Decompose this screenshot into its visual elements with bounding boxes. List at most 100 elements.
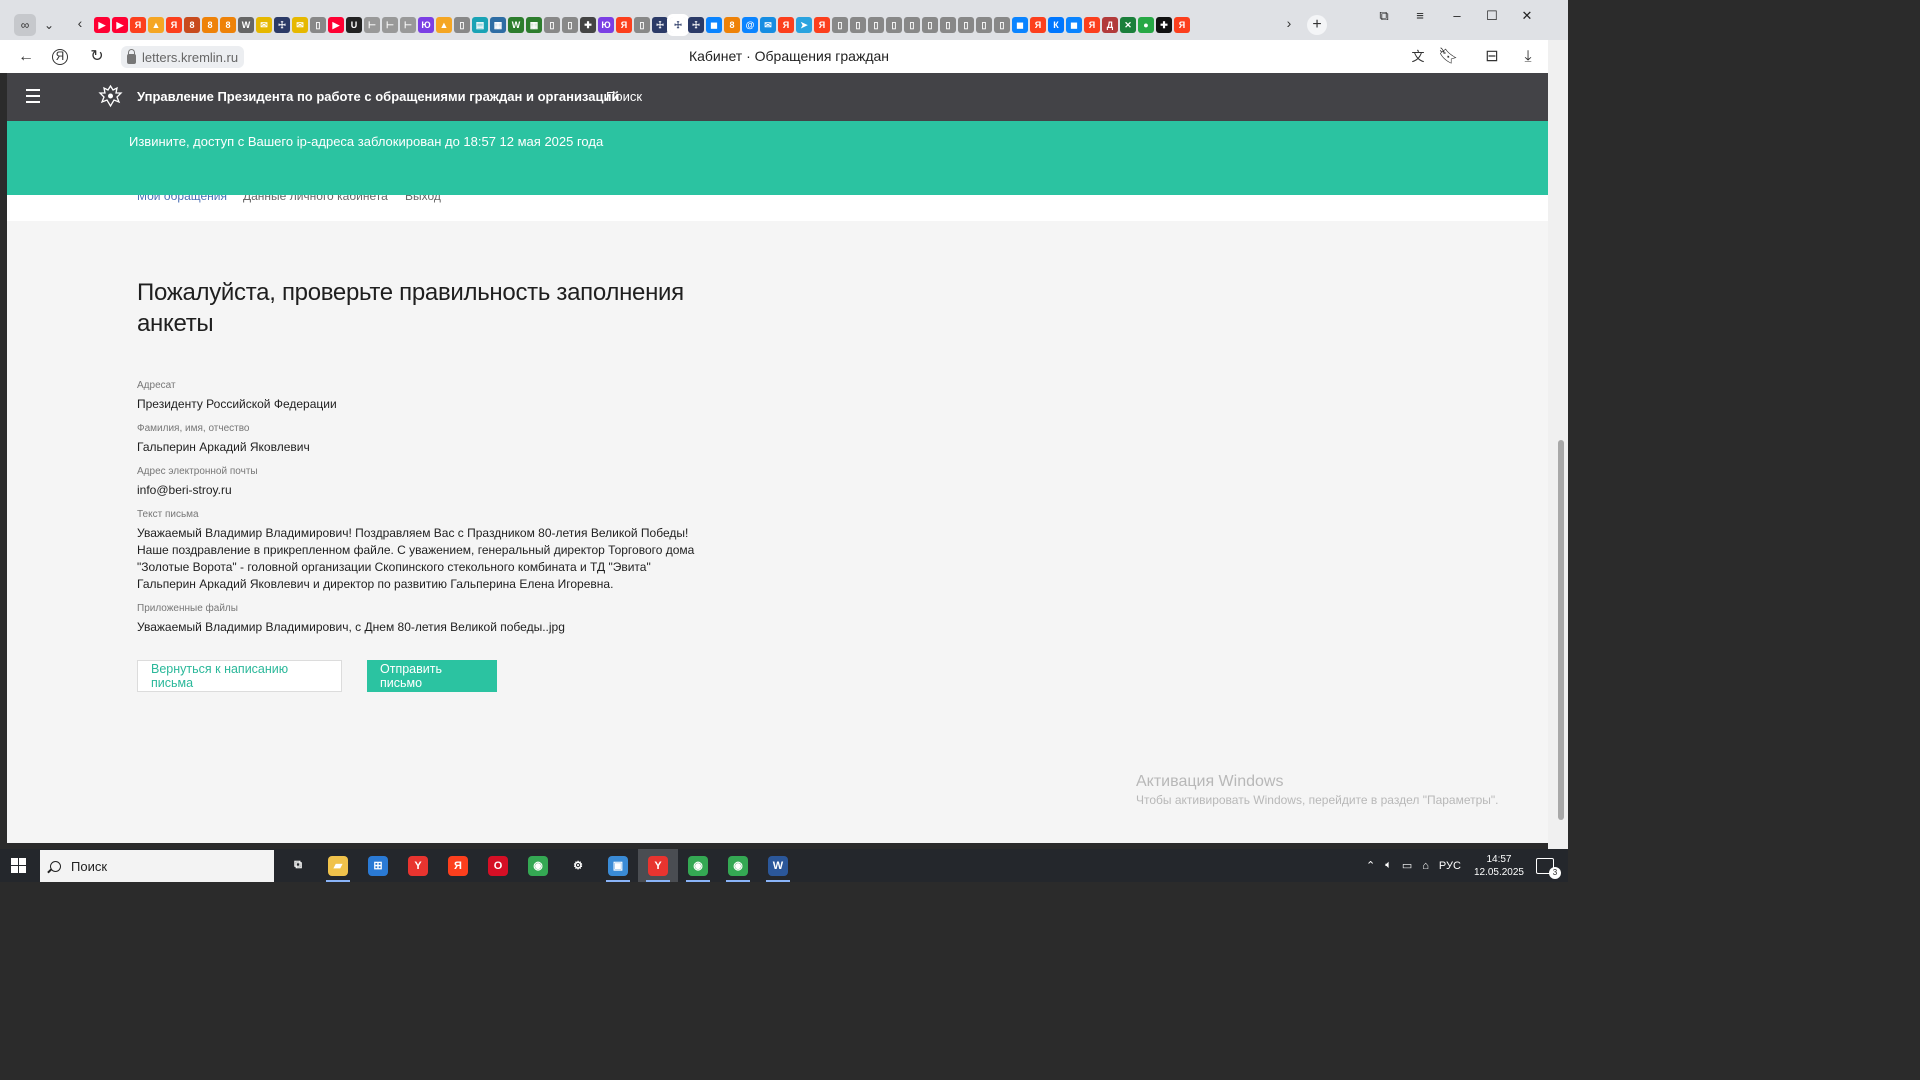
taskbar-app[interactable]: O <box>478 849 518 882</box>
tab-groups-icon[interactable]: ∞ <box>14 14 36 36</box>
page-tab-icon[interactable]: ▯ <box>886 17 902 33</box>
notifications-icon[interactable] <box>1536 857 1561 879</box>
page-tab-icon[interactable]: ▯ <box>454 17 470 33</box>
telegram-tab-icon[interactable]: ➤ <box>796 17 812 33</box>
subnav-my-letters[interactable]: Мои обращения <box>137 195 227 203</box>
plus-tab-icon[interactable]: ✚ <box>1156 17 1172 33</box>
reader-icon[interactable]: ⊟ <box>1482 47 1502 67</box>
kremlin-tab-icon[interactable]: ☩ <box>688 17 704 33</box>
yandex-tab-icon[interactable]: Я <box>814 17 830 33</box>
yandex-tab-icon[interactable]: Я <box>1174 17 1190 33</box>
attached-file-name[interactable]: Уважаемый Владимир Владимирович, с Днем … <box>137 619 697 636</box>
youtube-tab-icon[interactable]: ▶ <box>94 17 110 33</box>
site-name[interactable]: Управление Президента по работе с обраще… <box>137 89 619 104</box>
page-tab-icon[interactable]: ▯ <box>832 17 848 33</box>
youtube-tab-icon[interactable]: ▶ <box>328 17 344 33</box>
x-tab-icon[interactable]: ✕ <box>1120 17 1136 33</box>
taskbar-app[interactable]: ◉ <box>718 849 758 882</box>
delo-tab-icon[interactable]: Д <box>1102 17 1118 33</box>
taskbar-app[interactable]: ▰ <box>318 849 358 882</box>
back-to-edit-button[interactable]: Вернуться к написанию письма <box>137 660 342 692</box>
subnav-logout[interactable]: Выход <box>405 195 441 203</box>
browser-menu-icon[interactable]: ≡ <box>1410 6 1430 26</box>
maximize-icon[interactable]: ☐ <box>1482 6 1502 26</box>
page-tab-icon[interactable]: ▯ <box>310 17 326 33</box>
ok-tab-icon[interactable]: 8 <box>724 17 740 33</box>
minimize-icon[interactable]: – <box>1447 6 1467 26</box>
page-tab-icon[interactable]: ▯ <box>976 17 992 33</box>
close-icon[interactable]: ✕ <box>1517 6 1537 26</box>
taskbar-app[interactable]: ◉ <box>518 849 558 882</box>
mail-tab-icon[interactable]: ✉ <box>760 17 776 33</box>
taskbar-app[interactable]: ◉ <box>678 849 718 882</box>
page-tab-icon[interactable]: ▯ <box>994 17 1010 33</box>
mail-tab-icon[interactable]: ✉ <box>292 17 308 33</box>
yandex-tab-icon[interactable]: Я <box>1030 17 1046 33</box>
yandex-tab-icon[interactable]: Я <box>778 17 794 33</box>
bookmark-tab-icon[interactable]: ⊢ <box>382 17 398 33</box>
download-icon[interactable]: ⤓ <box>1518 47 1538 67</box>
page-tab-icon[interactable]: ▯ <box>634 17 650 33</box>
scrollbar-thumb[interactable] <box>1558 440 1564 820</box>
page-tab-icon[interactable]: ▯ <box>850 17 866 33</box>
messenger-tab-icon[interactable]: ◼ <box>1012 17 1028 33</box>
taskbar-app[interactable]: W <box>758 849 798 882</box>
taskbar-search[interactable]: Поиск <box>40 850 274 882</box>
mail-tab-icon[interactable]: ✉ <box>256 17 272 33</box>
kremlin-tab-icon[interactable]: ☩ <box>274 17 290 33</box>
at-tab-icon[interactable]: @ <box>742 17 758 33</box>
page-tab-icon[interactable]: ▯ <box>562 17 578 33</box>
grid-tab-icon[interactable]: ▦ <box>490 17 506 33</box>
clock[interactable]: 14:57 12.05.2025 <box>1474 853 1524 879</box>
taskbar-app[interactable]: Y <box>398 849 438 882</box>
w-tab-icon[interactable]: W <box>508 17 524 33</box>
u-tab-icon[interactable]: U <box>346 17 362 33</box>
page-tab-icon[interactable]: ▯ <box>868 17 884 33</box>
bookmark-icon[interactable]: 🔖︎ <box>1438 47 1458 67</box>
taskbar-app[interactable]: ⧉ <box>278 849 318 882</box>
tabs-scroll-right-icon[interactable]: › <box>1281 15 1297 31</box>
taskbar-app[interactable]: ⚙ <box>558 849 598 882</box>
zen-tab-icon[interactable]: ▲ <box>148 17 164 33</box>
page-tab-icon[interactable]: ▯ <box>544 17 560 33</box>
translate-icon[interactable]: 文 <box>1408 47 1428 67</box>
collections-icon[interactable]: ⧉ <box>1374 6 1394 26</box>
youtube-tab-icon[interactable]: ▶ <box>112 17 128 33</box>
messenger-tab-icon[interactable]: ◼ <box>706 17 722 33</box>
vk-tab-icon[interactable]: К <box>1048 17 1064 33</box>
page-tab-icon[interactable]: ▯ <box>922 17 938 33</box>
yo-tab-icon[interactable]: Ю <box>598 17 614 33</box>
page-tab-icon[interactable]: ▯ <box>940 17 956 33</box>
network-icon[interactable]: ⌂ <box>1422 860 1429 872</box>
ok-tab-icon[interactable]: 8 <box>184 17 200 33</box>
language-indicator[interactable]: РУС <box>1439 860 1461 872</box>
ok-tab-icon[interactable]: 8 <box>202 17 218 33</box>
wikipedia-tab-icon[interactable]: W <box>238 17 254 33</box>
menu-icon[interactable] <box>26 89 40 103</box>
tab-list-chevron-icon[interactable]: ⌄ <box>38 14 60 36</box>
page-tab-icon[interactable]: ▯ <box>958 17 974 33</box>
send-letter-button[interactable]: Отправить письмо <box>367 660 497 692</box>
kremlin-tab-icon[interactable]: ☩ <box>667 14 689 36</box>
tabs-scroll-left-icon[interactable]: ‹ <box>72 15 88 31</box>
windows-start-icon[interactable] <box>11 858 26 873</box>
page-scrollbar[interactable] <box>1548 40 1568 850</box>
tray-overflow-icon[interactable]: ⌃ <box>1366 859 1375 872</box>
ok-tab-icon[interactable]: 8 <box>220 17 236 33</box>
taskbar-app[interactable]: Я <box>438 849 478 882</box>
yo-tab-icon[interactable]: Ю <box>418 17 434 33</box>
yandex-tab-icon[interactable]: Я <box>130 17 146 33</box>
gosuslugi-tab-icon[interactable]: ▤ <box>472 17 488 33</box>
grid-tab-icon[interactable]: ▦ <box>526 17 542 33</box>
new-tab-button[interactable]: + <box>1307 15 1327 35</box>
volume-icon[interactable]: 🔈︎ <box>1385 859 1392 872</box>
subnav-account-data[interactable]: Данные личного кабинета <box>243 195 388 203</box>
search-link[interactable]: Поиск <box>606 89 642 104</box>
page-tab-icon[interactable]: ▯ <box>904 17 920 33</box>
kremlin-tab-icon[interactable]: ☩ <box>652 17 668 33</box>
yandex-tab-icon[interactable]: Я <box>616 17 632 33</box>
bookmark-tab-icon[interactable]: ⊢ <box>364 17 380 33</box>
battery-icon[interactable]: ▭ <box>1402 859 1412 872</box>
messenger-tab-icon[interactable]: ◼ <box>1066 17 1082 33</box>
taskbar-app[interactable]: Y <box>638 849 678 882</box>
